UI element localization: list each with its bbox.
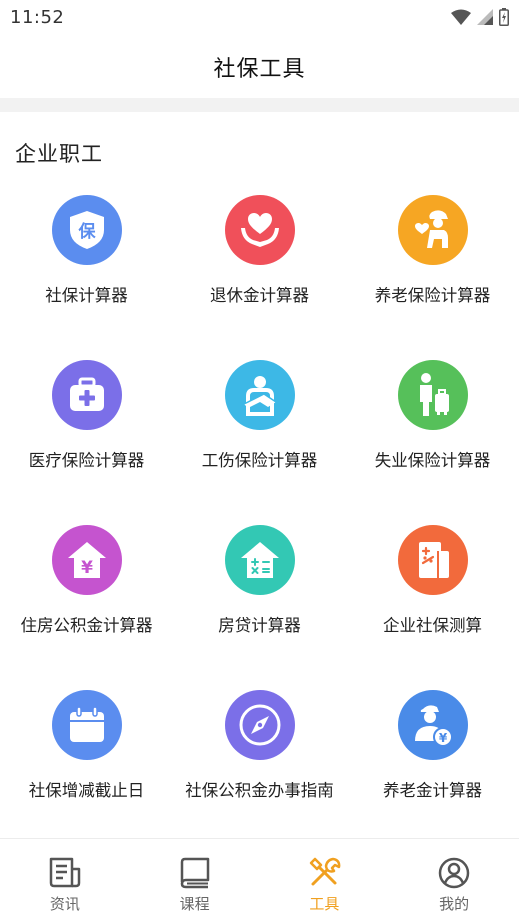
- injured-person-icon: [243, 376, 276, 416]
- user-icon: [438, 857, 470, 889]
- tool-pension-insurance-calculator[interactable]: 养老保险计算器: [346, 188, 519, 353]
- status-time: 11:52: [10, 7, 65, 28]
- tool-icon-circle: ¥: [397, 690, 468, 760]
- tool-enterprise-social-security-estimate[interactable]: 企业社保测算: [346, 518, 519, 683]
- enterprise-calc-icon: [418, 542, 449, 578]
- tool-social-security-calculator[interactable]: 保 社保计算器: [0, 188, 173, 353]
- tool-label: 企业社保测算: [383, 616, 482, 635]
- nav-item-news[interactable]: 资讯: [0, 839, 130, 924]
- nav-label: 我的: [439, 895, 470, 913]
- book-icon: [180, 857, 209, 889]
- nav-item-tools[interactable]: 工具: [260, 839, 390, 924]
- house-yen-icon: ¥: [67, 542, 106, 578]
- tool-label: 失业保险计算器: [374, 451, 491, 470]
- tool-icon-circle: [397, 360, 468, 430]
- tool-label: 社保公积金办事指南: [185, 781, 334, 800]
- tool-label: 工伤保险计算器: [201, 451, 318, 470]
- tool-label: 房贷计算器: [218, 616, 301, 635]
- tool-icon-circle: [224, 360, 295, 430]
- status-bar: 11:52: [0, 0, 519, 36]
- nav-label: 工具: [309, 895, 340, 913]
- bottom-nav: 资讯 课程 工具 我的: [0, 838, 519, 924]
- battery-icon: [499, 8, 509, 26]
- signal-icon: [477, 9, 493, 25]
- tool-work-injury-insurance-calculator[interactable]: 工伤保险计算器: [173, 353, 346, 518]
- pension-person-icon: ¥: [414, 705, 453, 747]
- nav-label: 资讯: [49, 895, 80, 913]
- tool-social-security-deadline[interactable]: 社保增减截止日: [0, 683, 173, 848]
- elder-care-icon: [414, 210, 448, 248]
- heart-hands-icon: [240, 213, 279, 247]
- shield-bao-icon: 保: [69, 211, 104, 249]
- tool-icon-circle: [51, 360, 122, 430]
- shield-glyph: 保: [77, 221, 96, 242]
- compass-icon: [239, 704, 280, 746]
- nav-item-courses[interactable]: 课程: [130, 839, 260, 924]
- tool-housing-fund-calculator[interactable]: ¥ 住房公积金计算器: [0, 518, 173, 683]
- tool-icon-circle: [224, 195, 295, 265]
- title-bar: 社保工具: [0, 36, 519, 98]
- tool-label: 养老保险计算器: [374, 286, 491, 305]
- tool-label: 医疗保险计算器: [28, 451, 145, 470]
- tool-icon-circle: [224, 690, 295, 760]
- coin-glyph: ¥: [438, 731, 447, 745]
- divider-band: [0, 98, 519, 112]
- page-title: 社保工具: [213, 57, 306, 82]
- tools-icon: [310, 857, 341, 886]
- house-glyph: ¥: [81, 558, 93, 578]
- tool-icon-circle: ¥: [51, 525, 122, 595]
- tool-unemployment-insurance-calculator[interactable]: 失业保险计算器: [346, 353, 519, 518]
- tool-icon-circle: [51, 690, 122, 760]
- house-calculator-icon: [240, 542, 279, 578]
- tool-social-security-housing-fund-guide[interactable]: 社保公积金办事指南: [173, 683, 346, 848]
- tool-label: 社保增减截止日: [28, 781, 145, 800]
- news-icon: [49, 857, 81, 888]
- person-luggage-icon: [419, 373, 449, 416]
- tools-grid: 保 社保计算器 退休金计算器 养老保险计算器 医疗保险计算器 工伤保险计算器 失…: [0, 188, 519, 848]
- tool-medical-insurance-calculator[interactable]: 医疗保险计算器: [0, 353, 173, 518]
- wifi-icon: [451, 9, 471, 25]
- tool-mortgage-calculator[interactable]: 房贷计算器: [173, 518, 346, 683]
- nav-item-profile[interactable]: 我的: [389, 839, 519, 924]
- tool-icon-circle: [397, 525, 468, 595]
- tool-label: 社保计算器: [45, 286, 128, 305]
- status-icons: [451, 8, 509, 26]
- tool-label: 退休金计算器: [210, 286, 309, 305]
- tool-label: 住房公积金计算器: [20, 616, 153, 635]
- calendar-icon: [69, 706, 104, 742]
- medical-kit-icon: [69, 377, 104, 411]
- tool-icon-circle: 保: [51, 195, 122, 265]
- tool-label: 养老金计算器: [383, 781, 482, 800]
- tool-retirement-pension-calculator[interactable]: 退休金计算器: [173, 188, 346, 353]
- tool-pension-calculator[interactable]: ¥ 养老金计算器: [346, 683, 519, 848]
- tool-icon-circle: [224, 525, 295, 595]
- tool-icon-circle: [397, 195, 468, 265]
- section-title: 企业职工: [15, 142, 103, 166]
- nav-label: 课程: [179, 895, 210, 913]
